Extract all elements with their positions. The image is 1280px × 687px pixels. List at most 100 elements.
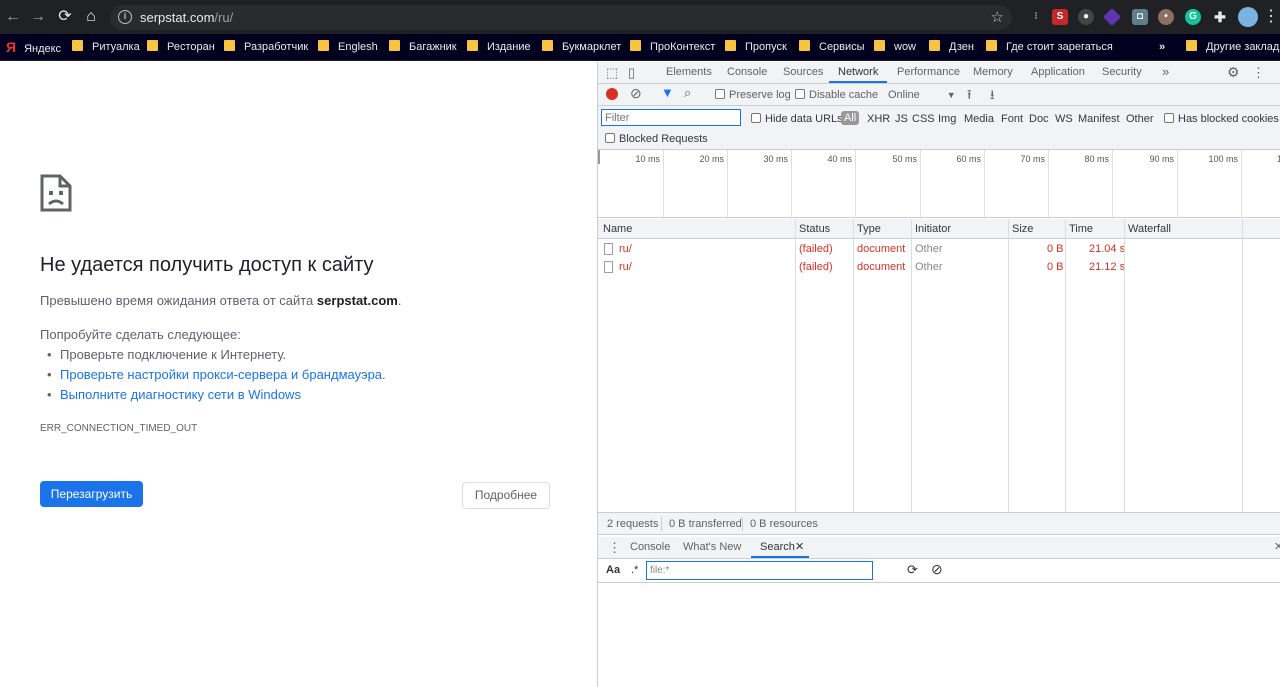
regex-toggle[interactable]: .*	[631, 564, 638, 576]
clear-icon[interactable]: ⊘	[630, 85, 642, 102]
column-divider[interactable]	[1065, 219, 1066, 512]
devtools-menu-icon[interactable]: ⋮	[1252, 65, 1265, 81]
bookmark-folder[interactable]: Букмарклет	[542, 39, 621, 55]
clear-search-icon[interactable]: ⊘	[931, 561, 943, 578]
disable-cache-checkbox[interactable]: Disable cache	[795, 89, 878, 101]
details-button[interactable]: Подробнее	[462, 482, 550, 509]
suggestion-check-proxy-link[interactable]: Проверьте настройки прокси-сервера и бра…	[47, 367, 386, 382]
site-info-icon[interactable]: i	[118, 10, 132, 24]
forward-arrow-icon[interactable]: →	[29, 8, 47, 26]
bookmark-folder[interactable]: ПроКонтекст	[630, 39, 715, 55]
column-divider[interactable]	[795, 219, 796, 512]
bookmark-star-icon[interactable]: ☆	[991, 8, 1004, 26]
bookmark-folder[interactable]: Дзен	[929, 39, 974, 55]
other-bookmarks-folder[interactable]: Другие закладки	[1186, 39, 1280, 55]
address-bar[interactable]: i serpstat.com/ru/ ☆	[110, 5, 1012, 30]
bookmark-folder[interactable]: Сервисы	[799, 39, 865, 55]
preserve-log-checkbox[interactable]: Preserve log	[715, 89, 791, 101]
close-drawer-icon[interactable]: ✕	[1274, 540, 1280, 553]
tab-application[interactable]: Application	[1031, 66, 1085, 78]
search-input[interactable]: file:*	[646, 561, 873, 580]
bookmark-folder[interactable]: Издание	[467, 39, 531, 55]
filter-type-other[interactable]: Other	[1126, 113, 1154, 125]
table-row[interactable]: ru/ (failed) document Other 0 B 21.04 s	[598, 240, 1280, 258]
settings-gear-icon[interactable]: ⚙	[1227, 64, 1240, 81]
has-blocked-cookies-checkbox[interactable]: Has blocked cookies	[1164, 113, 1279, 125]
tab-sources[interactable]: Sources	[783, 66, 823, 78]
reload-icon[interactable]: ⟳	[56, 8, 74, 26]
column-divider[interactable]	[1008, 219, 1009, 512]
column-type[interactable]: Type	[857, 223, 881, 235]
filter-type-all[interactable]: All	[841, 111, 860, 125]
inspect-element-icon[interactable]: ⬚	[606, 65, 618, 81]
tab-console[interactable]: Console	[727, 66, 767, 78]
table-row[interactable]: ru/ (failed) document Other 0 B 21.12 s	[598, 258, 1280, 276]
bookmark-folder[interactable]: Разработчик	[224, 39, 308, 55]
bookmark-folder[interactable]: Пропуск	[725, 39, 787, 55]
cookie-extension-icon[interactable]: •	[1158, 9, 1174, 25]
tab-elements[interactable]: Elements	[666, 66, 712, 78]
serpstat-extension-icon[interactable]: S	[1052, 9, 1068, 25]
bookmark-folder[interactable]: wow	[874, 39, 916, 55]
suggestion-run-diagnostics-link[interactable]: Выполните диагностику сети в Windows	[47, 387, 301, 402]
filter-type-js[interactable]: JS	[895, 113, 908, 125]
filter-type-media[interactable]: Media	[964, 113, 994, 125]
bookmark-folder[interactable]: Englesh	[318, 39, 378, 55]
filter-funnel-icon[interactable]: ▼	[661, 85, 674, 100]
request-name[interactable]: ru/	[619, 243, 632, 255]
purple-extension-icon[interactable]	[1102, 7, 1122, 27]
puzzle-extensions-icon[interactable]: ✚	[1212, 9, 1228, 25]
filter-type-css[interactable]: CSS	[912, 113, 935, 125]
column-divider[interactable]	[853, 219, 854, 512]
bookmark-yandex[interactable]: Я Яндекс	[6, 39, 61, 55]
bookmark-folder[interactable]: Ритуалка	[72, 39, 140, 55]
drawer-menu-icon[interactable]: ⋮	[608, 540, 621, 556]
filter-type-xhr[interactable]: XHR	[867, 113, 890, 125]
column-divider[interactable]	[1124, 219, 1125, 512]
bookmark-folder[interactable]: Где стоит зарегаться	[986, 39, 1113, 55]
tab-memory[interactable]: Memory	[973, 66, 1013, 78]
back-arrow-icon[interactable]: ←	[4, 8, 22, 26]
record-icon[interactable]	[606, 88, 618, 100]
export-har-icon[interactable]: ⭳	[990, 86, 995, 108]
close-icon[interactable]: ✕	[795, 540, 804, 553]
home-icon[interactable]: ⌂	[82, 8, 100, 26]
profile-avatar[interactable]	[1238, 7, 1258, 27]
blocked-requests-checkbox[interactable]: Blocked Requests	[605, 133, 708, 145]
drawer-tab-console[interactable]: Console	[630, 541, 670, 553]
refresh-search-icon[interactable]: ⟳	[907, 562, 918, 578]
column-initiator[interactable]: Initiator	[915, 223, 951, 235]
search-icon[interactable]: ⌕	[684, 85, 691, 101]
column-name[interactable]: Name	[603, 223, 632, 235]
drawer-tab-search[interactable]: Search	[760, 541, 795, 553]
filter-type-doc[interactable]: Doc	[1029, 113, 1049, 125]
tab-network[interactable]: Network	[838, 66, 878, 78]
chat-extension-icon[interactable]: ●	[1078, 9, 1094, 25]
filter-type-font[interactable]: Font	[1001, 113, 1023, 125]
device-toggle-icon[interactable]: ▯	[628, 65, 635, 81]
throttling-select[interactable]: Online ▼	[888, 89, 956, 101]
request-name[interactable]: ru/	[619, 261, 632, 273]
more-bookmarks-button[interactable]: »	[1159, 39, 1165, 55]
column-divider[interactable]	[911, 219, 912, 512]
reload-button[interactable]: Перезагрузить	[40, 481, 143, 507]
column-waterfall[interactable]: Waterfall	[1128, 223, 1171, 235]
bookmark-folder[interactable]: Ресторан	[147, 39, 215, 55]
match-case-toggle[interactable]: Aa	[606, 564, 620, 576]
import-har-icon[interactable]: ⭱	[967, 86, 972, 108]
column-status[interactable]: Status	[799, 223, 830, 235]
filter-type-img[interactable]: Img	[938, 113, 956, 125]
filter-type-manifest[interactable]: Manifest	[1078, 113, 1120, 125]
shield-extension-icon[interactable]: ◘	[1132, 9, 1148, 25]
grammarly-extension-icon[interactable]: G	[1185, 9, 1201, 25]
drawer-tab-whats-new[interactable]: What's New	[683, 541, 741, 553]
tab-performance[interactable]: Performance	[897, 66, 960, 78]
filter-input[interactable]	[601, 109, 741, 126]
bookmark-folder[interactable]: Багажник	[389, 39, 457, 55]
column-time[interactable]: Time	[1069, 223, 1093, 235]
tab-security[interactable]: Security	[1102, 66, 1142, 78]
column-size[interactable]: Size	[1012, 223, 1033, 235]
hide-data-urls-checkbox[interactable]: Hide data URLs	[751, 113, 843, 125]
browser-menu-icon[interactable]: ⋮	[1262, 8, 1280, 26]
filter-type-ws[interactable]: WS	[1055, 113, 1073, 125]
